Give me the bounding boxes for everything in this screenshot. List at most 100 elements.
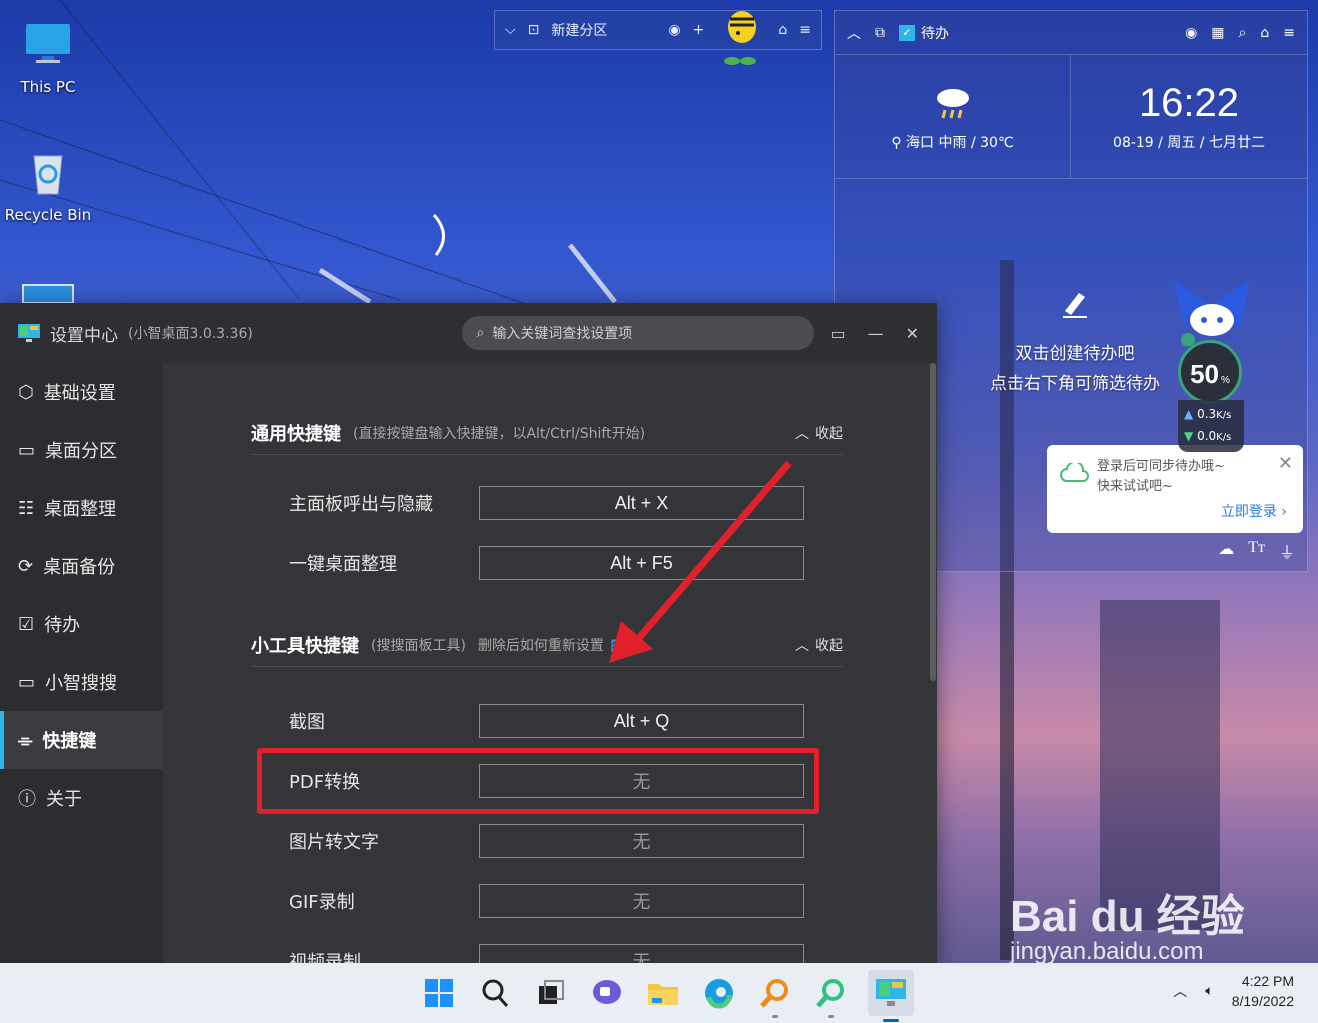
clock-date: 08-19 / 周五 / 七月廿二 [1113,135,1265,151]
magnifier-orange-icon [760,979,788,1008]
chat-icon [593,980,621,1004]
login-link[interactable]: 立即登录 › [1221,501,1287,521]
orange-search-app-button[interactable] [756,974,794,1018]
magnifier-green-icon [816,979,844,1008]
cloud-sync-icon [1060,463,1089,482]
task-view-icon [539,980,564,1004]
sidebar-item-shortcuts[interactable]: ⌯ 快捷键 [0,711,163,769]
green-search-app-button[interactable] [812,974,850,1018]
chevron-up-icon[interactable]: ︿ [1173,981,1187,1001]
user-icon[interactable]: ◉ [1185,25,1197,41]
folder-icon [648,984,678,1005]
upload-rate: 0.3 [1197,407,1217,421]
memory-percent: 50% [1178,340,1242,404]
minimize-icon[interactable]: — [868,324,884,343]
weather-temperature: 30℃ [980,134,1014,151]
start-button[interactable] [420,974,458,1012]
chat-button[interactable] [588,974,626,1012]
desktop-icon-this-pc[interactable]: This PC [0,20,96,96]
watermark-brand: Bai du 经验 [1010,892,1245,941]
menu-icon[interactable]: ≡ [1283,25,1295,41]
user-icon[interactable]: ◉ [668,22,680,38]
mouse-icon: ⌯ [18,729,33,751]
memory-percent-unit: % [1221,375,1230,386]
pen-icon [1063,293,1087,318]
rain-cloud-icon [936,88,969,118]
chevron-up-icon[interactable]: ︿ [847,23,861,43]
edge-browser-button[interactable] [700,974,738,1012]
location-pin-icon: ⚲ [891,134,902,151]
active-indicator [883,1019,899,1022]
hexagon-gear-icon: ⬡ [18,381,34,403]
desktop-icon-partial[interactable] [22,284,74,304]
file-explorer-button[interactable] [644,974,682,1012]
robot-mascot-icon [1174,280,1250,346]
weather-widget[interactable]: ⚲ 海口 中雨 / 30℃ [835,55,1071,178]
taskbar-apps [420,963,914,1023]
sidebar-item-label: 待办 [44,615,81,636]
taskbar-search-button[interactable] [476,974,514,1012]
sidebar-item-about[interactable]: ⓘ 关于 [0,769,163,827]
todo-title[interactable]: 待办 [921,23,949,43]
recycle-bin-icon [33,155,63,195]
feedback-icon[interactable]: ▭ [830,324,845,343]
shirt-icon[interactable]: ⌂ [1260,25,1269,41]
taskbar-clock[interactable]: 4:22 PM 8/19/2022 [1232,971,1294,1011]
menu-icon[interactable]: ≡ [799,22,811,38]
sidebar-item-organize[interactable]: ☷ 桌面整理 [0,479,163,537]
close-icon[interactable]: ✕ [906,324,919,343]
partition-title[interactable]: 新建分区 [551,20,607,40]
network-rates: ▲ 0.3K/s ▼ 0.0K/s [1178,400,1244,452]
upload-rate-unit: K/s [1216,410,1232,421]
content-scrollbar[interactable] [929,363,937,963]
taskbar-time: 4:22 PM [1241,973,1294,989]
baidu-watermark: Bai du 经验 jingyan.baidu.com [1010,880,1245,966]
window-icon: ▭ [18,671,36,693]
task-view-button[interactable] [532,974,570,1012]
todo-check-icon: ✓ [899,24,915,41]
add-icon[interactable]: + [693,22,705,38]
search-placeholder: 输入关键词查找设置项 [492,326,633,342]
sidebar-item-label: 桌面整理 [44,499,117,520]
sidebar-item-search[interactable]: ▭ 小智搜搜 [0,653,163,711]
widget-toolbar: ︿ ⧉ ✓ 待办 ◉ ▦ ⌕ ⌂ ≡ [835,11,1307,55]
settings-window: 设置中心 (小智桌面3.0.3.36) ⌕ 输入关键词查找设置项 ▭ — ✕ ⬡… [0,303,937,963]
annotation-arrow [609,460,792,663]
sidebar-item-todo[interactable]: ☑ 待办 [0,595,163,653]
settings-titlebar: 设置中心 (小智桌面3.0.3.36) ⌕ 输入关键词查找设置项 ▭ — ✕ [0,303,937,363]
chevron-down-icon[interactable]: ⌵ [505,22,516,38]
volume-icon[interactable]: 🔈︎ [1205,983,1213,999]
widget-bottom-toolbar: ☁ Tт ⏚ [1218,539,1295,563]
search-icon: ⌕ [476,325,485,341]
filter-icon[interactable]: ⏚ [1279,539,1295,563]
settings-sidebar: ⬡ 基础设置 ▭ 桌面分区 ☷ 桌面整理 ⟳ 桌面备份 ☑ 待办 ▭ 小智搜搜 … [0,363,163,963]
sidebar-item-label: 关于 [46,789,82,810]
sidebar-item-basic[interactable]: ⬡ 基础设置 [0,363,163,421]
todo-empty-state[interactable]: 双击创建待办吧 点击右下角可筛选待办 [965,287,1185,399]
network-speed-ball[interactable]: 50% ▲ 0.3K/s ▼ 0.0K/s [1178,340,1244,460]
switch-panel-icon[interactable]: ⧉ [875,25,885,41]
sidebar-item-label: 桌面备份 [43,557,116,578]
scrollbar-thumb[interactable] [930,363,936,681]
sync-icon: ⟳ [18,555,34,577]
list-icon: ☷ [18,497,35,519]
partition-icon: ⊡ [527,22,540,38]
xiaozhi-desktop-button[interactable] [868,970,914,1022]
weather-clock-row: ⚲ 海口 中雨 / 30℃ 16:22 08-19 / 周五 / 七月廿二 [835,55,1307,179]
app-logo-icon [876,979,906,1006]
calendar-icon[interactable]: ▦ [1211,25,1224,41]
search-icon [482,979,509,1007]
sidebar-item-backup[interactable]: ⟳ 桌面备份 [0,537,163,595]
search-icon[interactable]: ⌕ [1239,25,1247,41]
desktop-icon-recycle-bin[interactable]: Recycle Bin [0,148,96,224]
settings-search-input[interactable]: ⌕ 输入关键词查找设置项 [462,316,815,350]
todo-empty-line1: 双击创建待办吧 [1015,344,1135,364]
shirt-icon[interactable]: ⌂ [778,22,787,38]
login-prompt-line2: 快来试试吧~ [1097,479,1173,494]
sidebar-item-partition[interactable]: ▭ 桌面分区 [0,421,163,479]
close-icon[interactable]: ✕ [1278,453,1293,474]
text-size-icon[interactable]: Tт [1248,539,1265,563]
login-prompt-card: 登录后可同步待办哦~ 快来试试吧~ ✕ 立即登录 › [1047,445,1303,533]
cloud-sync-icon[interactable]: ☁ [1218,539,1234,563]
window-controls: ▭ — ✕ [830,324,919,343]
